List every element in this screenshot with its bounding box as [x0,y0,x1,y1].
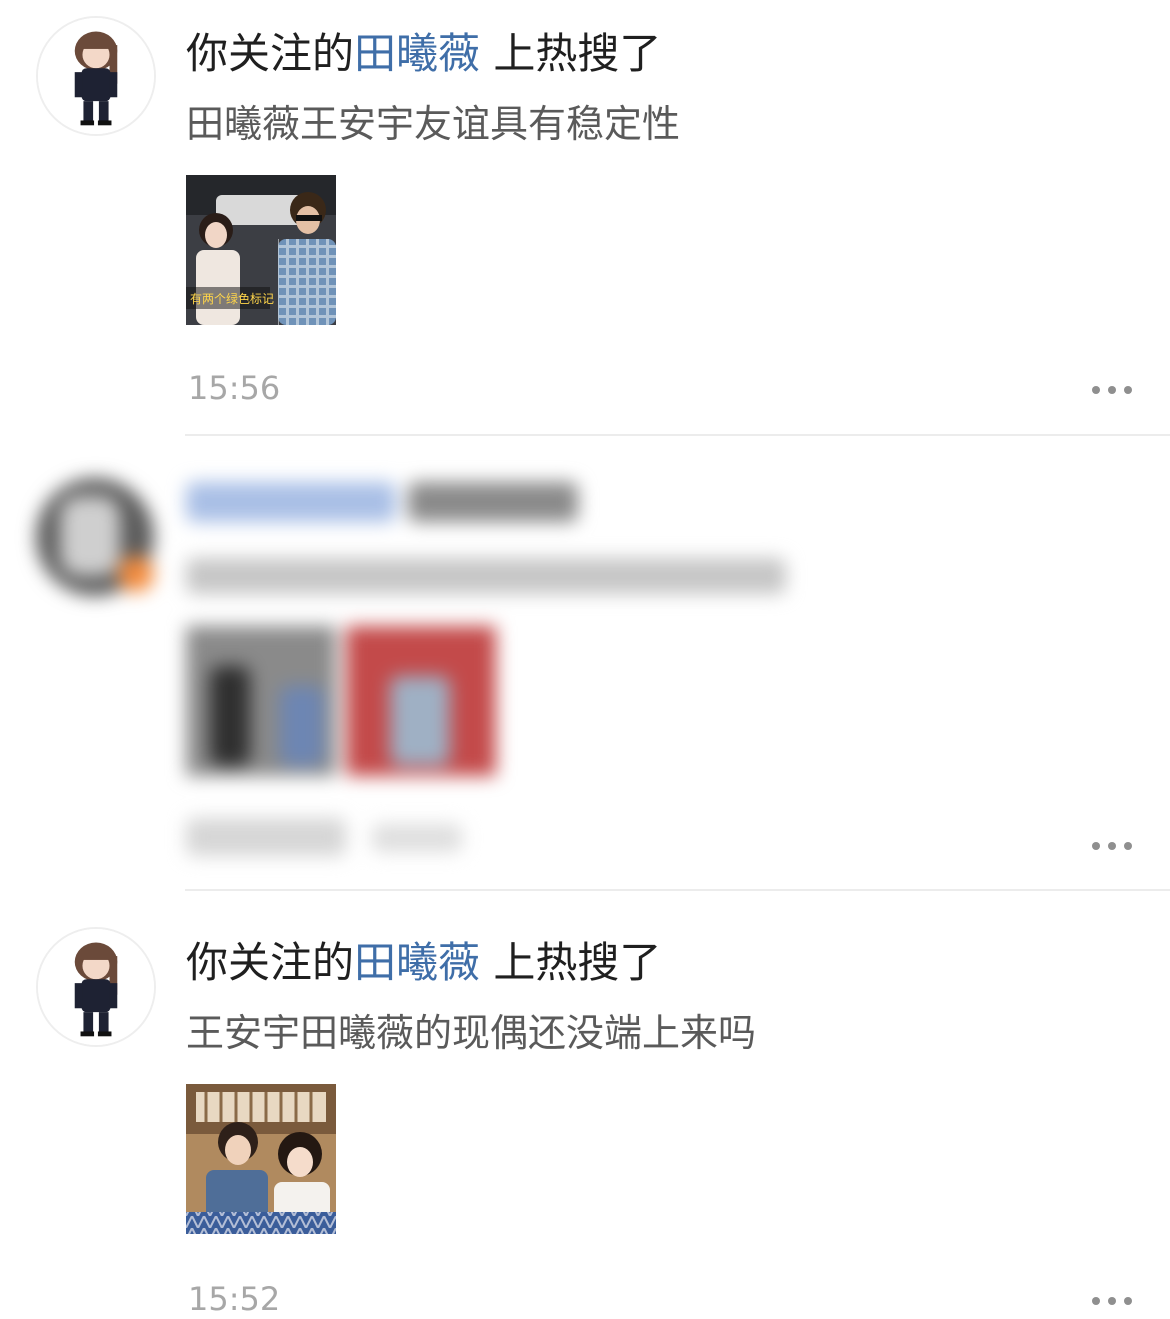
post-time: 15:56 [188,369,281,407]
image-caption: 有两个绿色标记 [190,291,274,306]
item-text: 田曦薇王安宇友谊具有稳定性 [186,102,681,146]
feed-item-1[interactable]: 你关注的田曦薇 上热搜了 田曦薇王安宇友谊具有稳定性 有两个绿色标记 15:56 [0,0,1170,436]
post-time: 15:52 [188,1280,281,1318]
couple-photo-image [186,1084,336,1234]
title-suffix: 上热搜了 [480,29,662,78]
item-title: 你关注的田曦薇 上热搜了 [186,28,661,80]
chibi-avatar-icon [38,929,154,1045]
feed-item-2[interactable]: 你关注的田曦薇 上热搜了 王安宇田曦薇的现偶还没端上来吗 15:52 [0,891,1170,1318]
car-selfie-image: 有两个绿色标记 [186,175,336,325]
redacted-content [0,436,1170,890]
avatar[interactable] [36,16,156,136]
car-selfie-thumbnail[interactable]: 有两个绿色标记 [186,175,336,325]
couple-photo-thumbnail[interactable] [186,1084,336,1234]
user-name-link[interactable]: 田曦薇 [354,938,480,987]
more-dots-icon[interactable] [1092,838,1136,852]
feed-item-redacted [0,436,1170,890]
title-suffix: 上热搜了 [480,938,662,987]
item-text: 王安宇田曦薇的现偶还没端上来吗 [186,1011,757,1055]
title-prefix: 你关注的 [186,938,355,987]
chibi-avatar-icon [38,18,154,134]
more-dots-icon[interactable] [1092,382,1136,396]
avatar[interactable] [36,927,156,1047]
item-title: 你关注的田曦薇 上热搜了 [186,937,661,989]
title-prefix: 你关注的 [186,29,355,78]
user-name-link[interactable]: 田曦薇 [354,29,480,78]
